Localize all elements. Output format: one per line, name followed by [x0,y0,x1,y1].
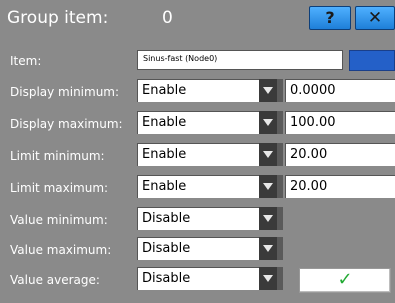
item-label: Item: [10,54,42,68]
value-minimum-select[interactable]: Disable [137,207,259,230]
value-maximum-label: Value maximum: [10,243,112,257]
chevron-down-icon[interactable] [259,79,277,102]
chevron-down-icon[interactable] [259,143,277,166]
chevron-down-icon[interactable] [259,267,277,290]
limit-maximum-input[interactable]: 20.00 [285,175,395,198]
value-average-label: Value average: [10,273,100,287]
question-mark-icon: ? [325,8,335,27]
chevron-down-icon[interactable] [259,237,277,260]
chevron-down-icon[interactable] [259,175,277,198]
display-maximum-label: Display maximum: [10,117,123,131]
display-minimum-select[interactable]: Enable [137,79,259,102]
limit-minimum-input[interactable]: 20.00 [285,143,395,166]
select-divider [277,79,283,102]
item-field[interactable]: Sinus-fast (Node0) [137,50,343,70]
value-maximum-select[interactable]: Disable [137,237,259,260]
display-minimum-input[interactable]: 0.0000 [285,79,395,102]
limit-minimum-select[interactable]: Enable [137,143,259,166]
select-divider [277,237,283,260]
limit-maximum-select[interactable]: Enable [137,175,259,198]
close-button[interactable]: ✕ [355,6,395,30]
select-divider [277,143,283,166]
limit-maximum-label: Limit maximum: [10,181,109,195]
display-minimum-label: Display minimum: [10,85,120,99]
display-maximum-input[interactable]: 100.00 [285,111,395,134]
limit-minimum-label: Limit minimum: [10,149,105,163]
display-maximum-select[interactable]: Enable [137,111,259,134]
select-divider [277,175,283,198]
chevron-down-icon[interactable] [259,207,277,230]
page-title: Group item: [7,8,109,28]
checkmark-icon: ✓ [337,269,353,290]
ok-button[interactable]: ✓ [299,268,391,293]
value-minimum-label: Value minimum: [10,213,108,227]
select-divider [277,111,283,134]
value-average-select[interactable]: Disable [137,267,259,290]
help-button[interactable]: ? [309,6,351,30]
chevron-down-icon[interactable] [259,111,277,134]
select-divider [277,267,283,290]
select-divider [277,207,283,230]
close-icon: ✕ [367,8,383,28]
item-select-button[interactable] [349,50,395,71]
group-item-value: 0 [162,8,173,28]
